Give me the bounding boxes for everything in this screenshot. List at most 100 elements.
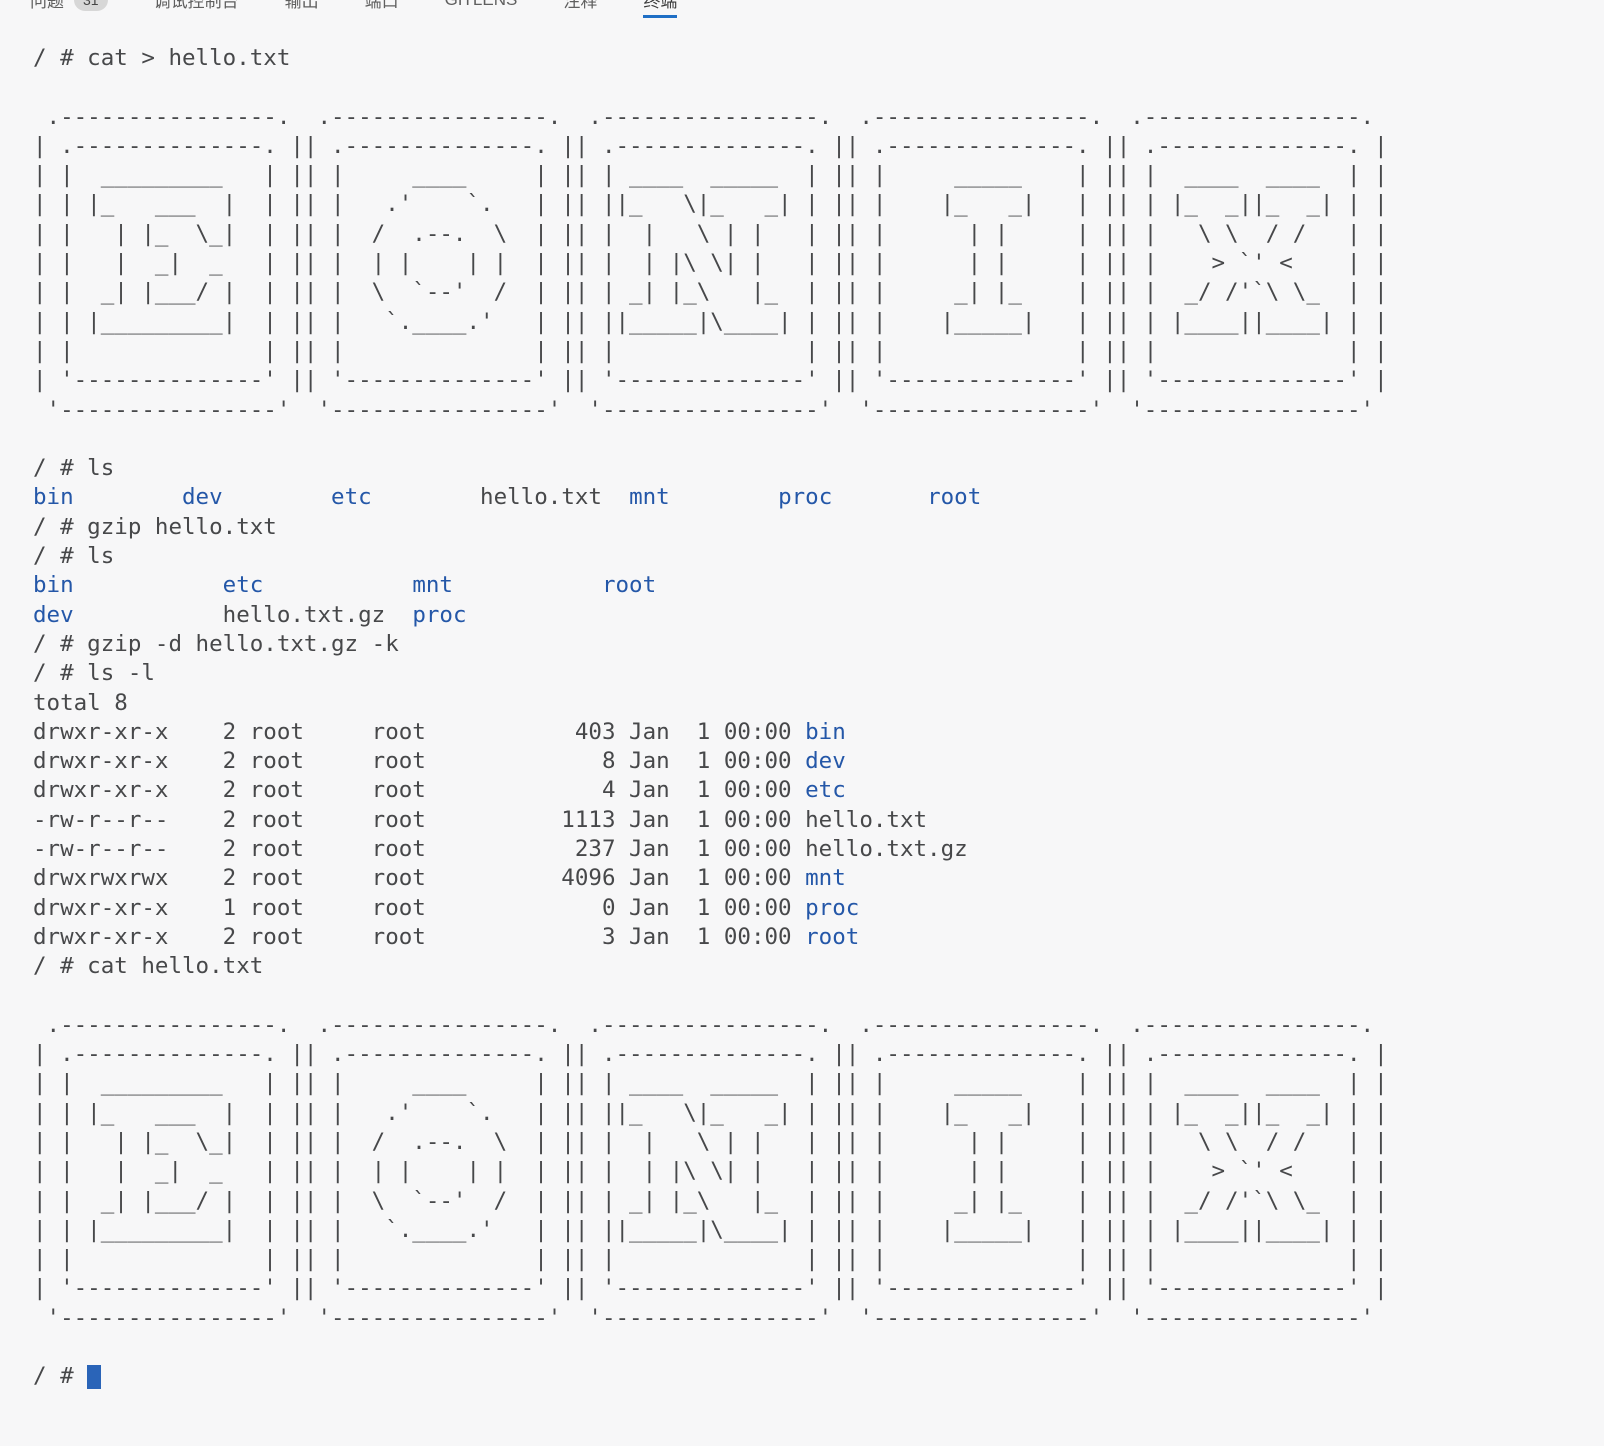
terminal-line: | | _| |___/ | | || | \ `--' / | || | _|…: [33, 278, 1604, 307]
terminal-output[interactable]: / # cat > hello.txt .----------------. .…: [0, 18, 1604, 1392]
terminal-line: / #: [33, 1362, 1604, 1391]
terminal-text: [602, 484, 629, 510]
terminal-line: drwxr-xr-x 1 root root 0 Jan 1 00:00 pro…: [33, 894, 1604, 923]
terminal-line: | .--------------. || .--------------. |…: [33, 132, 1604, 161]
tab-ports-label: 端口: [365, 0, 399, 12]
terminal-text: drwxrwxrwx 2 root root 4096 Jan 1 00:00: [33, 865, 805, 891]
terminal-line: '----------------' '----------------' '-…: [33, 396, 1604, 425]
directory-name: etc: [331, 484, 372, 510]
terminal-line: | | |_ ___ | | || | .' `. | || ||_ \|_ _…: [33, 1099, 1604, 1128]
terminal-line: bin etc mnt root: [33, 571, 1604, 600]
directory-name: proc: [778, 484, 832, 510]
directory-name: dev: [805, 748, 846, 774]
directory-name: root: [927, 484, 981, 510]
terminal-text: | | |_________| | || | `.____.' | || ||_…: [33, 1217, 1388, 1243]
terminal-text: hello.txt.gz: [223, 602, 386, 628]
tab-output-label: 输出: [285, 0, 319, 12]
terminal-line: | | | _| _ | || | | | | | | || | | |\ \|…: [33, 1157, 1604, 1186]
terminal-line: / # gzip hello.txt: [33, 513, 1604, 542]
terminal-text: [372, 484, 480, 510]
directory-name: proc: [412, 602, 466, 628]
terminal-line: | | | |_ \_| | || | / .--. \ | || | | \ …: [33, 1128, 1604, 1157]
terminal-line: | | |_________| | || | `.____.' | || ||_…: [33, 308, 1604, 337]
terminal-line: | | | |_ \_| | || | / .--. \ | || | | \ …: [33, 220, 1604, 249]
terminal-text: [832, 484, 927, 510]
terminal-text: | | |_________| | || | `.____.' | || ||_…: [33, 309, 1388, 335]
terminal-line: | | _________ | || | ____ | || | ____ __…: [33, 1069, 1604, 1098]
tab-problems[interactable]: 问题 31: [30, 0, 108, 18]
tab-gitlens[interactable]: GITLENS: [445, 0, 518, 18]
terminal-line: -rw-r--r-- 2 root root 1113 Jan 1 00:00 …: [33, 806, 1604, 835]
tab-ports[interactable]: 端口: [365, 0, 399, 18]
terminal-text: [670, 484, 778, 510]
terminal-line: | | | || | | || | | || | | || | | |: [33, 1245, 1604, 1274]
terminal-text: [385, 602, 412, 628]
terminal-text: .----------------. .----------------. .-…: [33, 1012, 1388, 1038]
terminal-text: drwxr-xr-x 2 root root 8 Jan 1 00:00: [33, 748, 805, 774]
terminal-text: | | | || | | || | | || | | || | | |: [33, 1246, 1388, 1272]
tab-output[interactable]: 输出: [285, 0, 319, 18]
terminal-line: [33, 982, 1604, 1011]
directory-name: mnt: [805, 865, 846, 891]
terminal-line: | | | _| _ | || | | | | | | || | | |\ \|…: [33, 249, 1604, 278]
terminal-text: | | |_ ___ | | || | .' `. | || ||_ \|_ _…: [33, 1100, 1388, 1126]
terminal-text: / # ls -l: [33, 660, 155, 686]
terminal-text: | | | _| _ | || | | | | | | || | | |\ \|…: [33, 1158, 1388, 1184]
tab-comments[interactable]: 注释: [563, 0, 597, 18]
directory-name: bin: [33, 572, 74, 598]
terminal-text: -rw-r--r-- 2 root root 237 Jan 1 00:00 h…: [33, 836, 968, 862]
terminal-text: [74, 572, 223, 598]
terminal-text: [74, 484, 182, 510]
terminal-text: | | | || | | || | | || | | || | | |: [33, 338, 1388, 364]
terminal-line: | | | || | | || | | || | | || | | |: [33, 337, 1604, 366]
terminal-text: '----------------' '----------------' '-…: [33, 1305, 1388, 1331]
terminal-line: / # ls: [33, 454, 1604, 483]
directory-name: root: [805, 924, 859, 950]
tab-terminal-label: 终端: [643, 0, 677, 12]
terminal-text: -rw-r--r-- 2 root root 1113 Jan 1 00:00 …: [33, 807, 927, 833]
terminal-text: [453, 572, 602, 598]
terminal-line: | '--------------' || '--------------' |…: [33, 366, 1604, 395]
terminal-line: / # ls: [33, 542, 1604, 571]
terminal-text: total 8: [33, 690, 128, 716]
terminal-text: [74, 602, 223, 628]
terminal-text: '----------------' '----------------' '-…: [33, 397, 1388, 423]
terminal-line: drwxr-xr-x 2 root root 3 Jan 1 00:00 roo…: [33, 923, 1604, 952]
terminal-text: | | |_ ___ | | || | .' `. | || ||_ \|_ _…: [33, 191, 1388, 217]
terminal-text: drwxr-xr-x 2 root root 3 Jan 1 00:00: [33, 924, 805, 950]
tab-terminal[interactable]: 终端: [643, 0, 677, 18]
terminal-text: drwxr-xr-x 2 root root 403 Jan 1 00:00: [33, 719, 805, 745]
terminal-line: / # cat > hello.txt: [33, 44, 1604, 73]
terminal-text: / #: [33, 1363, 87, 1389]
terminal-text: / # gzip hello.txt: [33, 514, 277, 540]
directory-name: dev: [33, 602, 74, 628]
tab-problems-label: 问题: [30, 0, 64, 12]
panel-tab-bar: 问题 31 调试控制台 输出 端口 GITLENS 注释 终端: [0, 0, 1604, 18]
terminal-text: | | | |_ \_| | || | / .--. \ | || | | \ …: [33, 1129, 1388, 1155]
tab-debug-console[interactable]: 调试控制台: [154, 0, 239, 18]
terminal-line: [33, 1333, 1604, 1362]
terminal-line: drwxr-xr-x 2 root root 8 Jan 1 00:00 dev: [33, 747, 1604, 776]
terminal-cursor: [87, 1365, 101, 1389]
terminal-text: | .--------------. || .--------------. |…: [33, 1041, 1388, 1067]
terminal-line: .----------------. .----------------. .-…: [33, 1011, 1604, 1040]
terminal-text: .----------------. .----------------. .-…: [33, 104, 1388, 130]
terminal-line: / # cat hello.txt: [33, 952, 1604, 981]
terminal-text: [223, 484, 331, 510]
terminal-line: drwxrwxrwx 2 root root 4096 Jan 1 00:00 …: [33, 864, 1604, 893]
terminal-line: [33, 425, 1604, 454]
terminal-line: [33, 73, 1604, 102]
terminal-line: bin dev etc hello.txt mnt proc root: [33, 483, 1604, 512]
terminal-text: / # cat > hello.txt: [33, 45, 290, 71]
terminal-text: | | _________ | || | ____ | || | ____ __…: [33, 1070, 1388, 1096]
terminal-text: / # ls: [33, 543, 114, 569]
tab-gitlens-label: GITLENS: [445, 0, 518, 10]
terminal-text: | '--------------' || '--------------' |…: [33, 367, 1388, 393]
terminal-text: / # gzip -d hello.txt.gz -k: [33, 631, 399, 657]
terminal-line: | | _________ | || | ____ | || | ____ __…: [33, 161, 1604, 190]
directory-name: etc: [805, 777, 846, 803]
directory-name: bin: [805, 719, 846, 745]
terminal-line: drwxr-xr-x 2 root root 403 Jan 1 00:00 b…: [33, 718, 1604, 747]
terminal-line: -rw-r--r-- 2 root root 237 Jan 1 00:00 h…: [33, 835, 1604, 864]
directory-name: proc: [805, 895, 859, 921]
